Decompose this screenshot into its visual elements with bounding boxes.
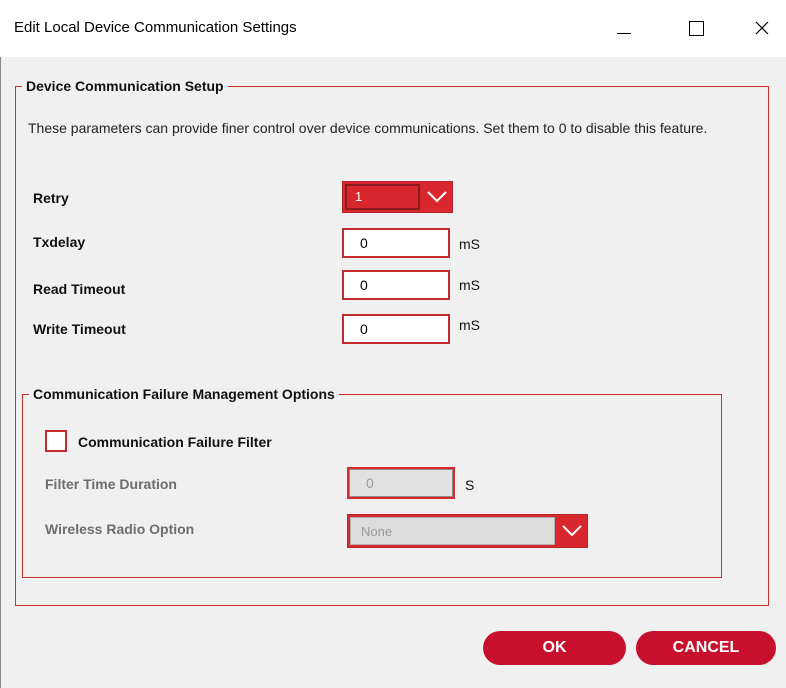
txdelay-unit: mS <box>459 236 480 252</box>
txdelay-label: Txdelay <box>33 234 86 250</box>
device-communication-setup-legend: Device Communication Setup <box>26 78 224 94</box>
read-timeout-input[interactable]: 0 <box>342 270 450 300</box>
setup-description: These parameters can provide finer contr… <box>28 120 708 136</box>
read-timeout-label: Read Timeout <box>33 281 126 297</box>
communication-failure-filter-checkbox[interactable] <box>45 430 67 452</box>
cancel-button[interactable]: CANCEL <box>636 631 776 665</box>
retry-select-value: 1 <box>345 184 420 210</box>
minimize-button[interactable] <box>604 10 644 46</box>
filter-time-duration-label: Filter Time Duration <box>45 476 177 492</box>
window-title: Edit Local Device Communication Settings <box>14 19 297 36</box>
maximize-button[interactable] <box>676 10 716 46</box>
wireless-radio-option-label: Wireless Radio Option <box>45 521 195 537</box>
window-left-edge <box>0 57 1 688</box>
filter-time-duration-input[interactable]: 0 <box>347 467 455 499</box>
close-button[interactable] <box>742 10 782 46</box>
chevron-down-icon <box>557 515 587 547</box>
communication-failure-filter-label: Communication Failure Filter <box>78 434 272 450</box>
close-icon <box>755 21 769 35</box>
write-timeout-label: Write Timeout <box>33 321 126 337</box>
chevron-down-icon <box>422 182 452 212</box>
txdelay-input[interactable]: 0 <box>342 228 450 258</box>
retry-select[interactable]: 1 <box>342 181 453 213</box>
maximize-icon <box>688 20 704 36</box>
minimize-icon <box>617 32 631 34</box>
wireless-radio-option-value: None <box>350 517 555 545</box>
retry-label: Retry <box>33 190 69 206</box>
read-timeout-unit: mS <box>459 277 480 293</box>
ok-button[interactable]: OK <box>483 631 626 665</box>
wireless-radio-option-select[interactable]: None <box>347 514 588 548</box>
write-timeout-unit: mS <box>459 317 480 333</box>
title-bar: Edit Local Device Communication Settings <box>0 0 786 57</box>
write-timeout-input[interactable]: 0 <box>342 314 450 344</box>
filter-time-unit: S <box>465 477 475 493</box>
communication-failure-legend: Communication Failure Management Options <box>33 386 335 402</box>
